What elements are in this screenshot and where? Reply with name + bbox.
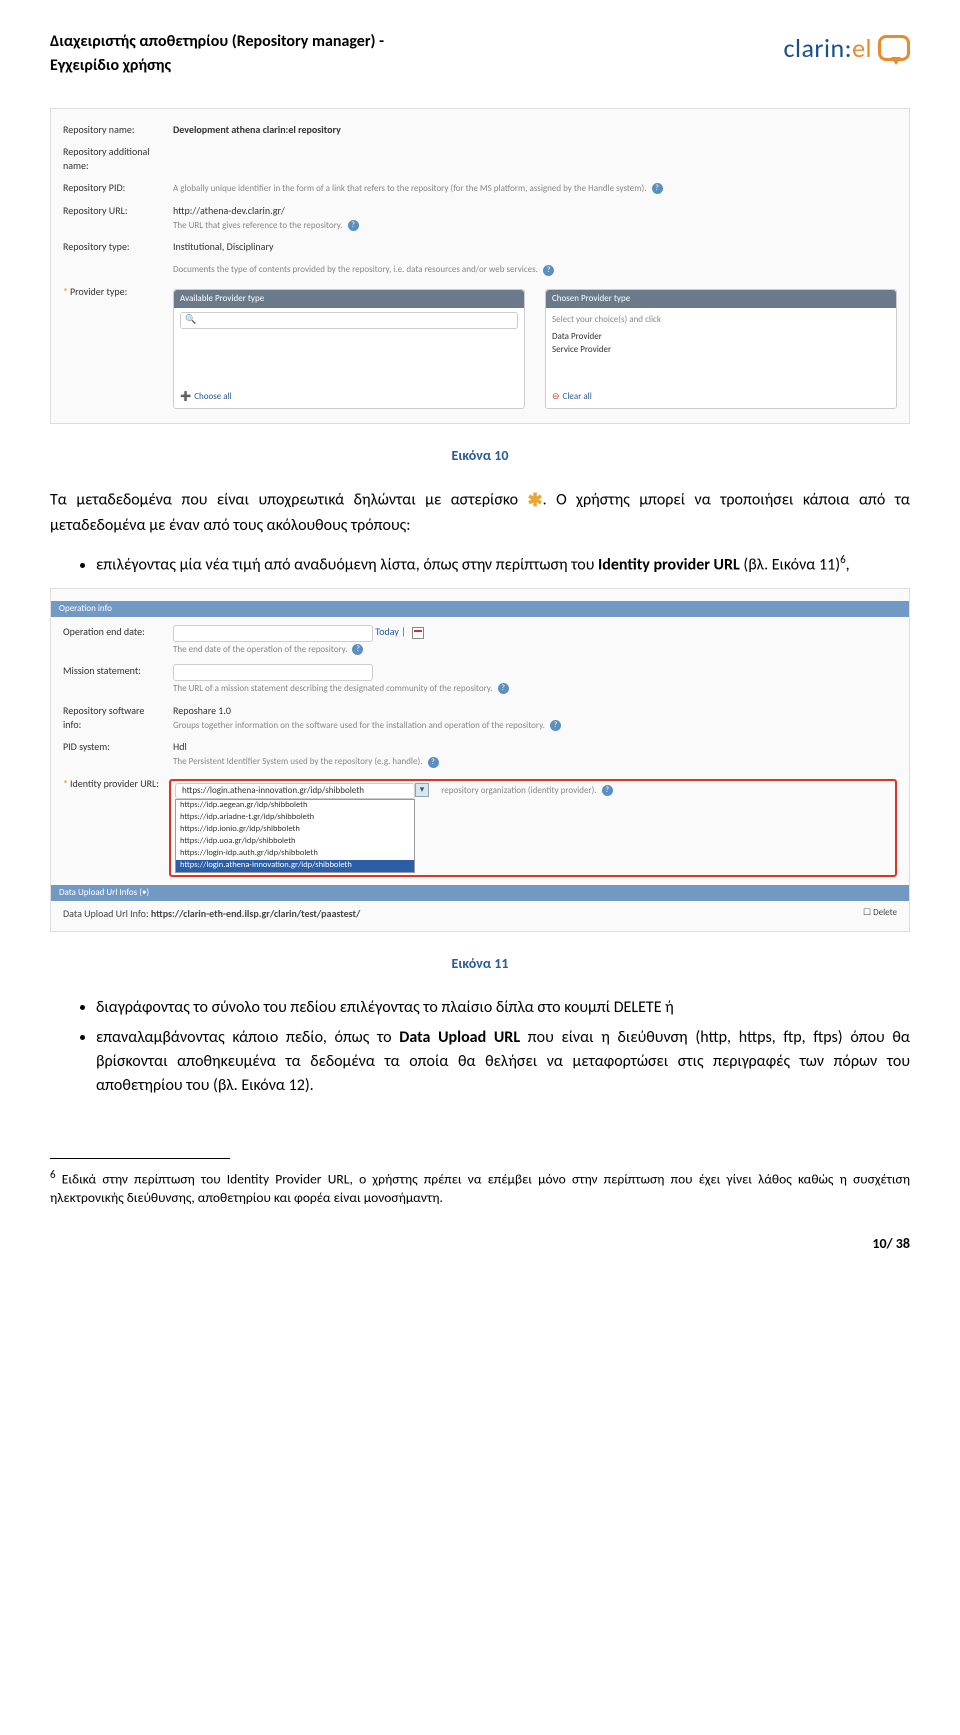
mission-statement-input[interactable] — [173, 664, 373, 681]
data-upload-url-bar: Data Upload Url Infos (•) — [51, 885, 909, 902]
url-hint: The URL that gives reference to the repo… — [173, 220, 343, 231]
pid-system-label: PID system: — [63, 740, 163, 754]
chosen-list-header: Chosen Provider type — [546, 290, 896, 309]
list-item: διαγράφοντας το σύνολο του πεδίου επιλέγ… — [96, 996, 910, 1020]
speech-bubble-icon — [878, 35, 910, 61]
bullet-list-1: επιλέγοντας μία νέα τιμή από αναδυόμενη … — [96, 552, 910, 577]
info-icon: ? — [348, 220, 359, 231]
chosen-provider-listbox[interactable]: Chosen Provider type Select your choice(… — [545, 289, 897, 409]
footnote-separator — [50, 1158, 230, 1159]
info-icon: ? — [652, 183, 663, 194]
info-icon: ? — [428, 757, 439, 768]
list-item[interactable]: Data Provider — [552, 331, 890, 344]
software-info-value: Reposhare 1.0 — [173, 704, 897, 718]
mission-statement-label: Mission statement: — [63, 664, 163, 678]
screenshot-repository-form: Repository name: Development athena clar… — [50, 108, 910, 424]
footnote: 6 Ειδικά στην περίπτωση του Identity Pro… — [50, 1167, 910, 1208]
repository-name-value: Development athena clarin:el repository — [173, 123, 341, 136]
asterisk-icon: ✱ — [528, 489, 543, 511]
required-asterisk-icon: * — [63, 777, 68, 790]
figure-caption-11: Εικόνα 11 — [50, 954, 910, 974]
operation-end-date-input[interactable] — [173, 625, 373, 642]
repository-url-label: Repository URL: — [63, 204, 163, 218]
choose-all-button[interactable]: ➕Choose all — [180, 391, 232, 404]
header-title: Διαχειριστής αποθετηρίου (Repository man… — [50, 30, 384, 78]
highlighted-dropdown: https://login.athena-innovation.gr/idp/s… — [169, 779, 897, 877]
operation-end-date-label: Operation end date: — [63, 625, 163, 639]
additional-name-label: Repository additional name: — [63, 145, 163, 173]
list-item[interactable]: Service Provider — [552, 344, 890, 357]
idp-hint: repository organization (identity provid… — [441, 785, 596, 796]
list-item[interactable]: https://idp.ariadne-t.gr/idp/shibboleth — [176, 812, 414, 824]
minus-icon: ⊖ — [552, 391, 560, 402]
bullet-list-2: διαγράφοντας το σύνολο του πεδίου επιλέγ… — [96, 996, 910, 1098]
info-icon: ? — [550, 720, 561, 731]
identity-provider-url-label: *Identity provider URL: — [63, 777, 163, 791]
repository-name-label: Repository name: — [63, 123, 163, 137]
repository-url-value: http://athena-dev.clarin.gr/ — [173, 204, 897, 218]
plus-icon: ➕ — [180, 391, 191, 402]
search-icon: 🔍 — [185, 314, 196, 325]
list-item[interactable]: https://idp.uoa.gr/idp/shibboleth — [176, 836, 414, 848]
idp-url-select[interactable]: https://login.athena-innovation.gr/idp/s… — [175, 783, 415, 800]
delete-checkbox[interactable]: ☐ Delete — [863, 907, 897, 920]
chevron-down-icon[interactable]: ▾ — [415, 783, 429, 797]
repository-type-value: Institutional, Disciplinary — [173, 240, 897, 254]
pid-hint: A globally unique identifier in the form… — [173, 183, 646, 194]
dual-listbox: Available Provider type 🔍 ➕Choose all Ch… — [173, 289, 897, 409]
screenshot-operation-form: Operation info Operation end date: Today… — [50, 588, 910, 933]
header-title-line2: Εγχειρίδιο χρήσης — [50, 54, 384, 78]
type-hint: Documents the type of contents provided … — [173, 264, 538, 275]
pid-hint: The Persistent Identifier System used by… — [173, 756, 422, 767]
list-item[interactable]: https://idp.aegean.gr/idp/shibboleth — [176, 800, 414, 812]
opend-hint: The end date of the operation of the rep… — [173, 644, 347, 655]
data-upload-row: Data Upload Url Info: https://clarin-eth… — [63, 907, 853, 921]
paragraph-1: Τα μεταδεδομένα που είναι υποχρεωτικά δη… — [50, 487, 910, 538]
software-info-label: Repository software info: — [63, 704, 163, 732]
list-item: επιλέγοντας μία νέα τιμή από αναδυόμενη … — [96, 552, 910, 577]
chosen-hint: Select your choice(s) and click — [552, 314, 890, 327]
info-icon: ? — [498, 683, 509, 694]
info-icon: ? — [352, 644, 363, 655]
repository-type-label: Repository type: — [63, 240, 163, 254]
figure-caption-10: Εικόνα 10 — [50, 446, 910, 466]
idp-dropdown-list[interactable]: https://idp.aegean.gr/idp/shibboleth htt… — [175, 799, 415, 872]
required-asterisk-icon: * — [63, 285, 68, 298]
search-input[interactable]: 🔍 — [180, 312, 518, 329]
header-title-line1: Διαχειριστής αποθετηρίου (Repository man… — [50, 30, 384, 54]
list-item[interactable]: https://idp.ionio.gr/idp/shibboleth — [176, 824, 414, 836]
info-icon: ? — [602, 785, 613, 796]
available-list-header: Available Provider type — [174, 290, 524, 309]
repository-pid-label: Repository PID: — [63, 181, 163, 195]
clarin-logo: clarin:el — [784, 30, 910, 66]
page-number: 10/ 38 — [50, 1234, 910, 1254]
sw-hint: Groups together information on the softw… — [173, 720, 545, 731]
page-header: Διαχειριστής αποθετηρίου (Repository man… — [50, 30, 910, 78]
info-icon: ? — [543, 265, 554, 276]
available-provider-listbox[interactable]: Available Provider type 🔍 ➕Choose all — [173, 289, 525, 409]
list-item[interactable]: https://login-idp.auth.gr/idp/shibboleth — [176, 848, 414, 860]
clear-all-button[interactable]: ⊖Clear all — [552, 391, 592, 404]
list-item: επαναλαμβάνοντας κάποιο πεδίο, όπως το D… — [96, 1026, 910, 1098]
pid-system-value: Hdl — [173, 740, 897, 754]
today-link[interactable]: Today | — [375, 625, 406, 638]
logo-text: clarin:el — [784, 30, 872, 66]
mission-hint: The URL of a mission statement describin… — [173, 683, 493, 694]
list-item-selected[interactable]: https://login.athena-innovation.gr/idp/s… — [176, 860, 414, 872]
calendar-icon[interactable] — [412, 627, 424, 639]
provider-type-label: *Provider type: — [63, 285, 163, 299]
operation-info-bar: Operation info — [51, 601, 909, 618]
